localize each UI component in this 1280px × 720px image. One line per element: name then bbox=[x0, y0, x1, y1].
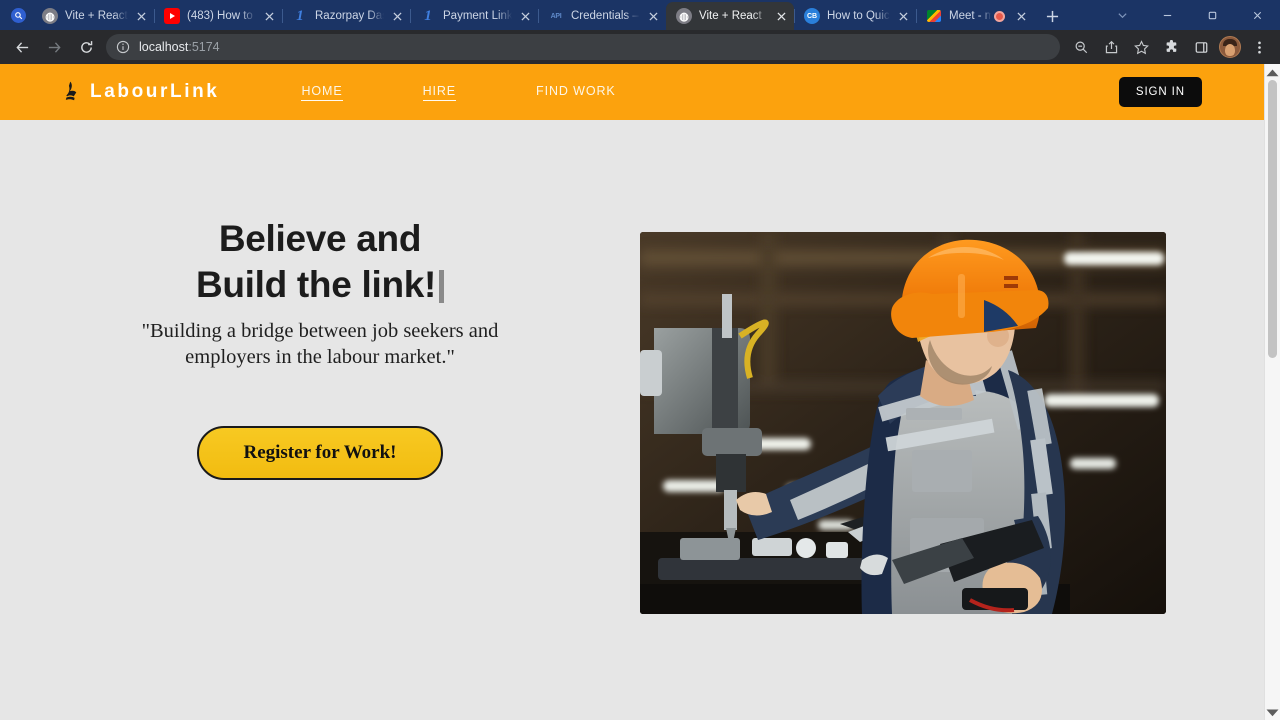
hero-heading-line1: Believe and bbox=[218, 218, 422, 259]
scroll-down-arrow-icon[interactable] bbox=[1265, 704, 1280, 720]
hero-image-column bbox=[640, 176, 1264, 614]
boot-logo-icon bbox=[65, 81, 77, 101]
page-title: Believe and Build the link! bbox=[195, 216, 445, 307]
tab-title: (483) How to ac bbox=[187, 10, 256, 22]
star-icon[interactable] bbox=[1128, 34, 1154, 60]
nav-links: HOME HIRE FIND WORK bbox=[301, 84, 695, 101]
close-icon[interactable] bbox=[1235, 0, 1280, 30]
chevron-down-icon[interactable] bbox=[1100, 0, 1145, 30]
browser-tab[interactable]: CB How to Quickly bbox=[794, 2, 916, 30]
forward-arrow-icon[interactable] bbox=[40, 33, 68, 61]
site-navbar: LabourLink HOME HIRE FIND WORK SIGN IN bbox=[0, 64, 1264, 120]
scroll-up-arrow-icon[interactable] bbox=[1265, 64, 1280, 80]
close-icon[interactable] bbox=[894, 7, 912, 25]
back-arrow-icon[interactable] bbox=[8, 33, 36, 61]
info-circle-icon[interactable] bbox=[116, 40, 130, 54]
tab-title: Meet - myn bbox=[949, 10, 991, 22]
register-for-work-button[interactable]: Register for Work! bbox=[197, 426, 443, 481]
url-text: localhost:5174 bbox=[139, 40, 220, 54]
page-scrollbar[interactable] bbox=[1264, 64, 1280, 720]
browser-tab[interactable]: 1 Razorpay Dashb bbox=[282, 2, 410, 30]
tab-title: How to Quickly bbox=[827, 10, 890, 22]
factory-worker-photo bbox=[640, 232, 1166, 614]
api-icon: API bbox=[550, 12, 562, 20]
browser-tab[interactable]: Meet - myn bbox=[916, 2, 1034, 30]
browser-tab[interactable]: API Credentials – AP bbox=[538, 2, 666, 30]
share-icon[interactable] bbox=[1098, 34, 1124, 60]
brand[interactable]: LabourLink bbox=[62, 79, 219, 105]
tab-list: ◍ Vite + React (483) How to ac 1 Razorpa… bbox=[32, 0, 1100, 30]
razorpay-icon: 1 bbox=[424, 8, 432, 24]
hero-text-column: Believe and Build the link! "Building a … bbox=[0, 176, 640, 481]
scrollbar-thumb[interactable] bbox=[1268, 80, 1277, 358]
typing-caret bbox=[439, 269, 445, 303]
address-bar[interactable]: localhost:5174 bbox=[106, 34, 1060, 60]
browser-tab[interactable]: 1 Payment Links | bbox=[410, 2, 538, 30]
close-icon[interactable] bbox=[772, 7, 790, 25]
tab-title: Vite + React bbox=[699, 10, 762, 22]
hero-image bbox=[640, 232, 1166, 614]
vite-icon: ◍ bbox=[676, 8, 692, 24]
browser-tab[interactable]: (483) How to ac bbox=[154, 2, 282, 30]
close-icon[interactable] bbox=[644, 7, 662, 25]
recording-indicator-icon bbox=[994, 10, 1005, 22]
codebasics-icon: CB bbox=[804, 8, 820, 24]
hero-subtitle: "Building a bridge between job seekers a… bbox=[141, 320, 499, 369]
hero-heading-line2: Build the link! bbox=[195, 263, 437, 305]
nav-link-find-work[interactable]: FIND WORK bbox=[536, 84, 616, 100]
nav-link-hire[interactable]: HIRE bbox=[422, 84, 457, 101]
browser-tab[interactable]: ◍ Vite + React bbox=[32, 2, 154, 30]
close-icon[interactable] bbox=[1012, 7, 1030, 25]
new-tab-button[interactable] bbox=[1038, 2, 1066, 30]
profile-avatar-icon[interactable] bbox=[1219, 36, 1241, 58]
browser-toolbar: localhost:5174 bbox=[0, 30, 1280, 64]
maximize-icon[interactable] bbox=[1190, 0, 1235, 30]
tab-title: Credentials – AP bbox=[571, 10, 640, 22]
url-port: :5174 bbox=[188, 40, 220, 54]
razorpay-icon: 1 bbox=[296, 8, 304, 24]
reload-icon[interactable] bbox=[72, 33, 100, 61]
page-viewport: LabourLink HOME HIRE FIND WORK SIGN IN B… bbox=[0, 64, 1280, 720]
tab-title: Payment Links | bbox=[443, 10, 512, 22]
tab-title: Vite + React bbox=[65, 10, 128, 22]
close-icon[interactable] bbox=[132, 7, 150, 25]
vite-icon: ◍ bbox=[42, 8, 58, 24]
close-icon[interactable] bbox=[388, 7, 406, 25]
zoom-out-icon[interactable] bbox=[1068, 34, 1094, 60]
browser-window: ◍ Vite + React (483) How to ac 1 Razorpa… bbox=[0, 0, 1280, 720]
browser-tab-active[interactable]: ◍ Vite + React bbox=[666, 2, 794, 30]
puzzle-piece-icon[interactable] bbox=[1158, 34, 1184, 60]
hero-section: Believe and Build the link! "Building a … bbox=[0, 120, 1264, 614]
tab-strip: ◍ Vite + React (483) How to ac 1 Razorpa… bbox=[0, 0, 1280, 30]
nav-link-home[interactable]: HOME bbox=[301, 84, 343, 101]
tab-search-icon[interactable] bbox=[4, 0, 32, 30]
brand-name: LabourLink bbox=[90, 81, 220, 102]
youtube-icon bbox=[164, 8, 180, 24]
close-icon[interactable] bbox=[260, 7, 278, 25]
window-controls bbox=[1100, 0, 1280, 30]
close-icon[interactable] bbox=[516, 7, 534, 25]
labourlink-page: LabourLink HOME HIRE FIND WORK SIGN IN B… bbox=[0, 64, 1264, 720]
side-panel-icon[interactable] bbox=[1188, 34, 1214, 60]
url-host: localhost bbox=[139, 40, 189, 54]
minimize-icon[interactable] bbox=[1145, 0, 1190, 30]
tab-title: Razorpay Dashb bbox=[315, 10, 384, 22]
sign-in-button[interactable]: SIGN IN bbox=[1118, 77, 1202, 107]
three-dot-menu-icon[interactable] bbox=[1246, 34, 1272, 60]
google-meet-icon bbox=[926, 8, 942, 24]
